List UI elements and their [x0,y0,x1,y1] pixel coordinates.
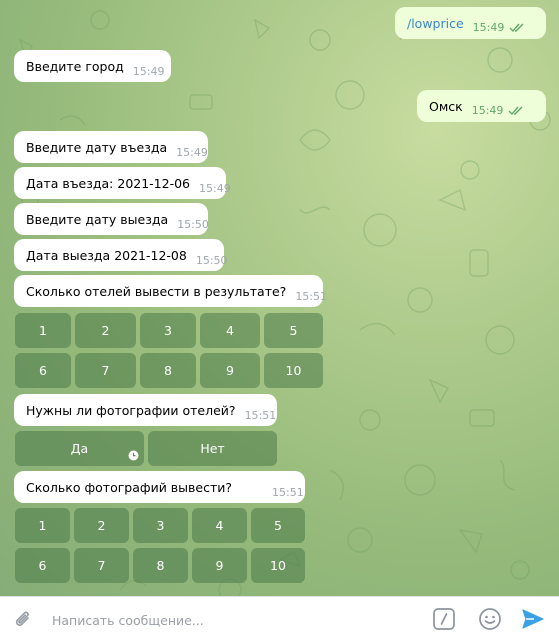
keyboard-button-hotels-2[interactable]: 2 [75,313,136,348]
keyboard-button-label: Да [70,441,89,456]
message-time: 15:50 [195,253,228,267]
double-check-icon [509,21,526,36]
message-bubble-incoming: Нужны ли фотографии отелей? 15:51 [14,394,277,426]
message-bubble-incoming: Сколько отелей вывести в результате? 15:… [14,275,327,307]
message-bubble-outgoing: Омск 15:49 [417,90,546,122]
message-time: 15:49 [132,64,165,78]
keyboard-button-hotels-8[interactable]: 8 [140,353,196,388]
message-bubble-incoming: Введите город 15:49 [14,50,171,82]
keyboard-button-no[interactable]: Нет [148,431,277,466]
message-bubble-incoming: Введите дату выезда 15:50 [14,203,209,235]
keyboard-button-hotels-10[interactable]: 10 [264,353,323,388]
keyboard-button-hotels-9[interactable]: 9 [200,353,260,388]
clock-icon [128,449,139,464]
message-text: Введите дату въезда [26,139,168,155]
double-check-icon [508,104,525,119]
keyboard-button-hotels-3[interactable]: 3 [140,313,196,348]
message-text: Дата выезда 2021-12-08 [26,247,187,263]
keyboard-button-hotels-6[interactable]: 6 [15,353,71,388]
keyboard-button-yes[interactable]: Да [15,431,144,466]
message-text: Сколько отелей вывести в результате? [26,283,287,299]
smile-icon[interactable] [478,607,502,635]
keyboard-button-hotels-4[interactable]: 4 [200,313,260,348]
message-bubble-incoming: Дата въезда: 2021-12-06 15:49 [14,167,231,199]
keyboard-button-photos-1[interactable]: 1 [15,508,70,543]
keyboard-button-photos-10[interactable]: 10 [251,548,305,583]
message-text: Дата въезда: 2021-12-06 [26,175,191,191]
message-bubble-incoming: Дата выезда 2021-12-08 15:50 [14,239,228,271]
message-time: 15:50 [177,217,209,231]
keyboard-button-hotels-5[interactable]: 5 [264,313,323,348]
keyboard-button-photos-4[interactable]: 4 [192,508,247,543]
message-time: 15:51 [272,485,304,499]
paperclip-icon[interactable] [12,609,34,635]
keyboard-button-photos-3[interactable]: 3 [133,508,188,543]
message-time: 15:49 [176,145,208,159]
keyboard-button-photos-2[interactable]: 2 [74,508,129,543]
message-time: 15:51 [295,289,328,303]
message-text: Омск [429,98,463,114]
keyboard-button-photos-7[interactable]: 7 [74,548,129,583]
message-text: Введите дату выезда [26,211,169,227]
keyboard-button-hotels-7[interactable]: 7 [75,353,136,388]
message-text: Нужны ли фотографии отелей? [26,402,236,418]
keyboard-button-hotels-1[interactable]: 1 [15,313,71,348]
message-bubble-outgoing: /lowprice 15:49 [395,7,546,39]
message-bubble-incoming: Введите дату въезда 15:49 [14,131,208,163]
message-composer [0,596,559,644]
message-time: 15:51 [244,408,277,422]
slash-command-icon[interactable] [433,607,455,635]
keyboard-button-photos-8[interactable]: 8 [133,548,188,583]
message-time: 15:49 [199,181,231,195]
message-bubble-incoming: Сколько фотографий вывести? 15:51 [14,471,305,503]
keyboard-button-photos-6[interactable]: 6 [15,548,70,583]
bot-command-link[interactable]: /lowprice [407,16,464,31]
message-time: 15:49 [472,20,505,34]
send-icon[interactable] [520,606,546,636]
chat-area: /lowprice 15:49 Введите город 15:49 Омск… [0,0,559,596]
keyboard-button-photos-9[interactable]: 9 [192,548,247,583]
message-time: 15:49 [471,103,504,117]
message-text: Введите город [26,58,124,74]
message-input[interactable] [52,609,412,631]
keyboard-button-photos-5[interactable]: 5 [251,508,305,543]
message-text: Сколько фотографий вывести? [26,479,232,495]
